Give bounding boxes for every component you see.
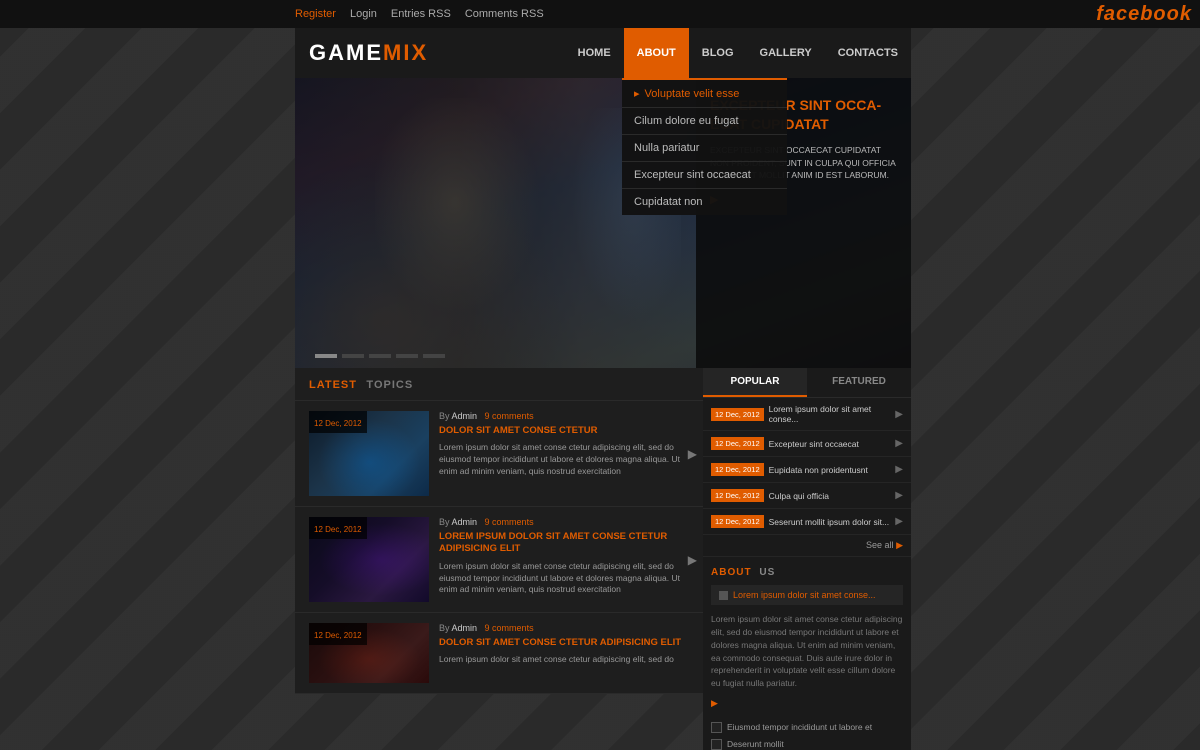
article-item-1: 12 Dec, 2012 By Admin 9 comments LOREM I… [295, 507, 703, 613]
nav-blog[interactable]: BLOG [689, 28, 747, 78]
hero-dots [315, 354, 445, 358]
sidebar-list-item-0[interactable]: 12 Dec, 2012 Lorem ipsum dolor sit amet … [703, 398, 911, 431]
sidebar-item-arrow-2: ▶ [895, 464, 903, 475]
sidebar-item-date-0: 12 Dec, 2012 [711, 408, 764, 421]
article-excerpt-2: Lorem ipsum dolor sit amet conse ctetur … [439, 654, 689, 666]
dropdown-item-1[interactable]: Cilum dolore eu fugat [622, 108, 787, 135]
article-content-0: By Admin 9 comments DOLOR SIT AMET CONSE… [439, 411, 689, 496]
tab-featured[interactable]: FEATURED [807, 368, 911, 397]
article-thumb-1[interactable]: 12 Dec, 2012 [309, 517, 429, 602]
article-excerpt-1: Lorem ipsum dolor sit amet conse ctetur … [439, 561, 689, 597]
article-thumb-0[interactable]: 12 Dec, 2012 [309, 411, 429, 496]
sidebar-list-item-2[interactable]: 12 Dec, 2012 Eupidata non proidentusnt ▶ [703, 457, 911, 483]
sidebar-item-arrow-0: ▶ [895, 409, 903, 420]
dropdown-menu: ▸ Voluptate velit esse Cilum dolore eu f… [622, 78, 787, 215]
article-date-0: 12 Dec, 2012 [314, 419, 362, 428]
about-text: Lorem ipsum dolor sit amet conse ctetur … [711, 613, 903, 690]
article-item-2: 12 Dec, 2012 By Admin 9 comments DOLOR S… [295, 613, 703, 694]
comments-rss-link[interactable]: Comments RSS [465, 8, 544, 20]
sidebar-item-date-3: 12 Dec, 2012 [711, 489, 764, 502]
about-title: ABOUT US [711, 567, 903, 578]
article-meta-2: By Admin 9 comments [439, 623, 689, 633]
dropdown-item-3[interactable]: Excepteur sint occaecat [622, 162, 787, 189]
article-meta-0: By Admin 9 comments [439, 411, 689, 421]
logo-main: GAME [309, 40, 383, 65]
sidebar-item-date-4: 12 Dec, 2012 [711, 515, 764, 528]
main-nav: HOME ABOUT BLOG GALLERY CONTACTS [565, 28, 911, 78]
topics-label: TOPICS [366, 379, 413, 391]
sidebar-list-item-1[interactable]: 12 Dec, 2012 Excepteur sint occaecat ▶ [703, 431, 911, 457]
sidebar-item-title-1: Excepteur sint occaecat [769, 439, 891, 449]
sidebar-list-item-4[interactable]: 12 Dec, 2012 Seserunt mollit ipsum dolor… [703, 509, 911, 535]
sidebar-item-arrow-1: ▶ [895, 438, 903, 449]
latest-label: LATEST [309, 379, 357, 391]
checkbox-item-1[interactable]: Deserunt mollit [711, 736, 903, 750]
about-section: ABOUT US Lorem ipsum dolor sit amet cons… [703, 557, 911, 750]
sidebar-item-date-1: 12 Dec, 2012 [711, 437, 764, 450]
entries-rss-link[interactable]: Entries RSS [391, 8, 451, 20]
sidebar-item-date-2: 12 Dec, 2012 [711, 463, 764, 476]
article-title-1[interactable]: LOREM IPSUM DOLOR SIT AMET CONSE CTETUR … [439, 531, 689, 556]
sidebar-item-title-2: Eupidata non proidentusnt [769, 465, 891, 475]
nav-about[interactable]: ABOUT [624, 28, 689, 78]
nav-home[interactable]: HOME [565, 28, 624, 78]
sidebar-list-item-3[interactable]: 12 Dec, 2012 Culpa qui officia ▶ [703, 483, 911, 509]
article-content-1: By Admin 9 comments LOREM IPSUM DOLOR SI… [439, 517, 689, 602]
tab-popular[interactable]: POPULAR [703, 368, 807, 397]
sidebar-item-arrow-3: ▶ [895, 490, 903, 501]
sidebar-item-title-4: Seserunt mollit ipsum dolor sit... [769, 517, 891, 527]
articles-section: LATEST TOPICS 12 Dec, 2012 By Admin 9 co… [295, 368, 703, 694]
nav-gallery[interactable]: GALLERY [747, 28, 825, 78]
nav-contacts[interactable]: CONTACTS [825, 28, 911, 78]
dropdown-item-0[interactable]: ▸ Voluptate velit esse [622, 80, 787, 108]
sidebar-item-title-3: Culpa qui officia [769, 491, 891, 501]
article-comments-0[interactable]: 9 comments [485, 411, 534, 421]
checkbox-label-0: Eiusmod tempor incididunt ut labore et [727, 722, 872, 732]
article-comments-2[interactable]: 9 comments [485, 623, 534, 633]
article-date-2: 12 Dec, 2012 [314, 631, 362, 640]
sidebar-tabs: POPULAR FEATURED [703, 368, 911, 398]
about-more[interactable]: ▶ [711, 698, 903, 709]
article-meta-1: By Admin 9 comments [439, 517, 689, 527]
login-link[interactable]: Login [350, 8, 377, 20]
checkbox-item-0[interactable]: Eiusmod tempor incididunt ut labore et [711, 719, 903, 736]
article-arrow-0[interactable]: ▶ [688, 447, 697, 461]
logo[interactable]: GAMEMIX [295, 40, 428, 66]
article-date-1: 12 Dec, 2012 [314, 525, 362, 534]
dropdown-item-4[interactable]: Cupidatat non [622, 189, 787, 215]
article-title-2[interactable]: DOLOR SIT AMET CONSE CTETUR ADIPISICING … [439, 637, 689, 649]
article-comments-1[interactable]: 9 comments [485, 517, 534, 527]
facebook-label: facebook [1096, 3, 1192, 26]
article-title-0[interactable]: DOLOR SIT AMET CONSE CTETUR [439, 425, 689, 437]
about-featured[interactable]: Lorem ipsum dolor sit amet conse... [711, 585, 903, 605]
sidebar-item-title-0: Lorem ipsum dolor sit amet conse... [769, 404, 891, 424]
article-thumb-2[interactable]: 12 Dec, 2012 [309, 623, 429, 683]
register-link[interactable]: Register [295, 8, 336, 20]
sidebar-item-arrow-4: ▶ [895, 516, 903, 527]
section-header: LATEST TOPICS [295, 368, 703, 401]
hero-section: EXCEPTEUR SINT OCCA-ECAT CUPIDATAT EXCEP… [295, 78, 911, 368]
article-content-2: By Admin 9 comments DOLOR SIT AMET CONSE… [439, 623, 689, 683]
see-all-button[interactable]: See all ▶ [703, 535, 911, 557]
article-item-0: 12 Dec, 2012 By Admin 9 comments DOLOR S… [295, 401, 703, 507]
article-arrow-1[interactable]: ▶ [688, 553, 697, 567]
checkbox-label-1: Deserunt mollit [727, 739, 784, 749]
dropdown-item-2[interactable]: Nulla pariatur [622, 135, 787, 162]
article-excerpt-0: Lorem ipsum dolor sit amet conse ctetur … [439, 442, 689, 478]
logo-accent: MIX [383, 40, 428, 65]
sidebar: POPULAR FEATURED 12 Dec, 2012 Lorem ipsu… [703, 368, 911, 750]
